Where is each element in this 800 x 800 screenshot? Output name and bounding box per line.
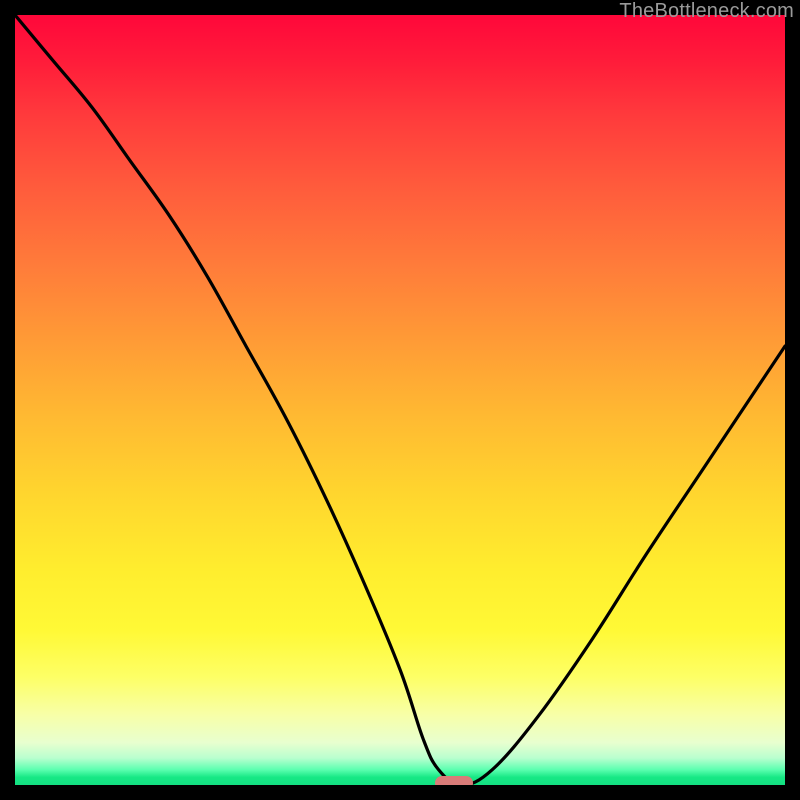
bottleneck-curve [15, 15, 785, 785]
optimal-point-marker [435, 776, 474, 785]
chart-frame: TheBottleneck.com [0, 0, 800, 800]
plot-area [15, 15, 785, 785]
watermark-label: TheBottleneck.com [619, 0, 794, 23]
